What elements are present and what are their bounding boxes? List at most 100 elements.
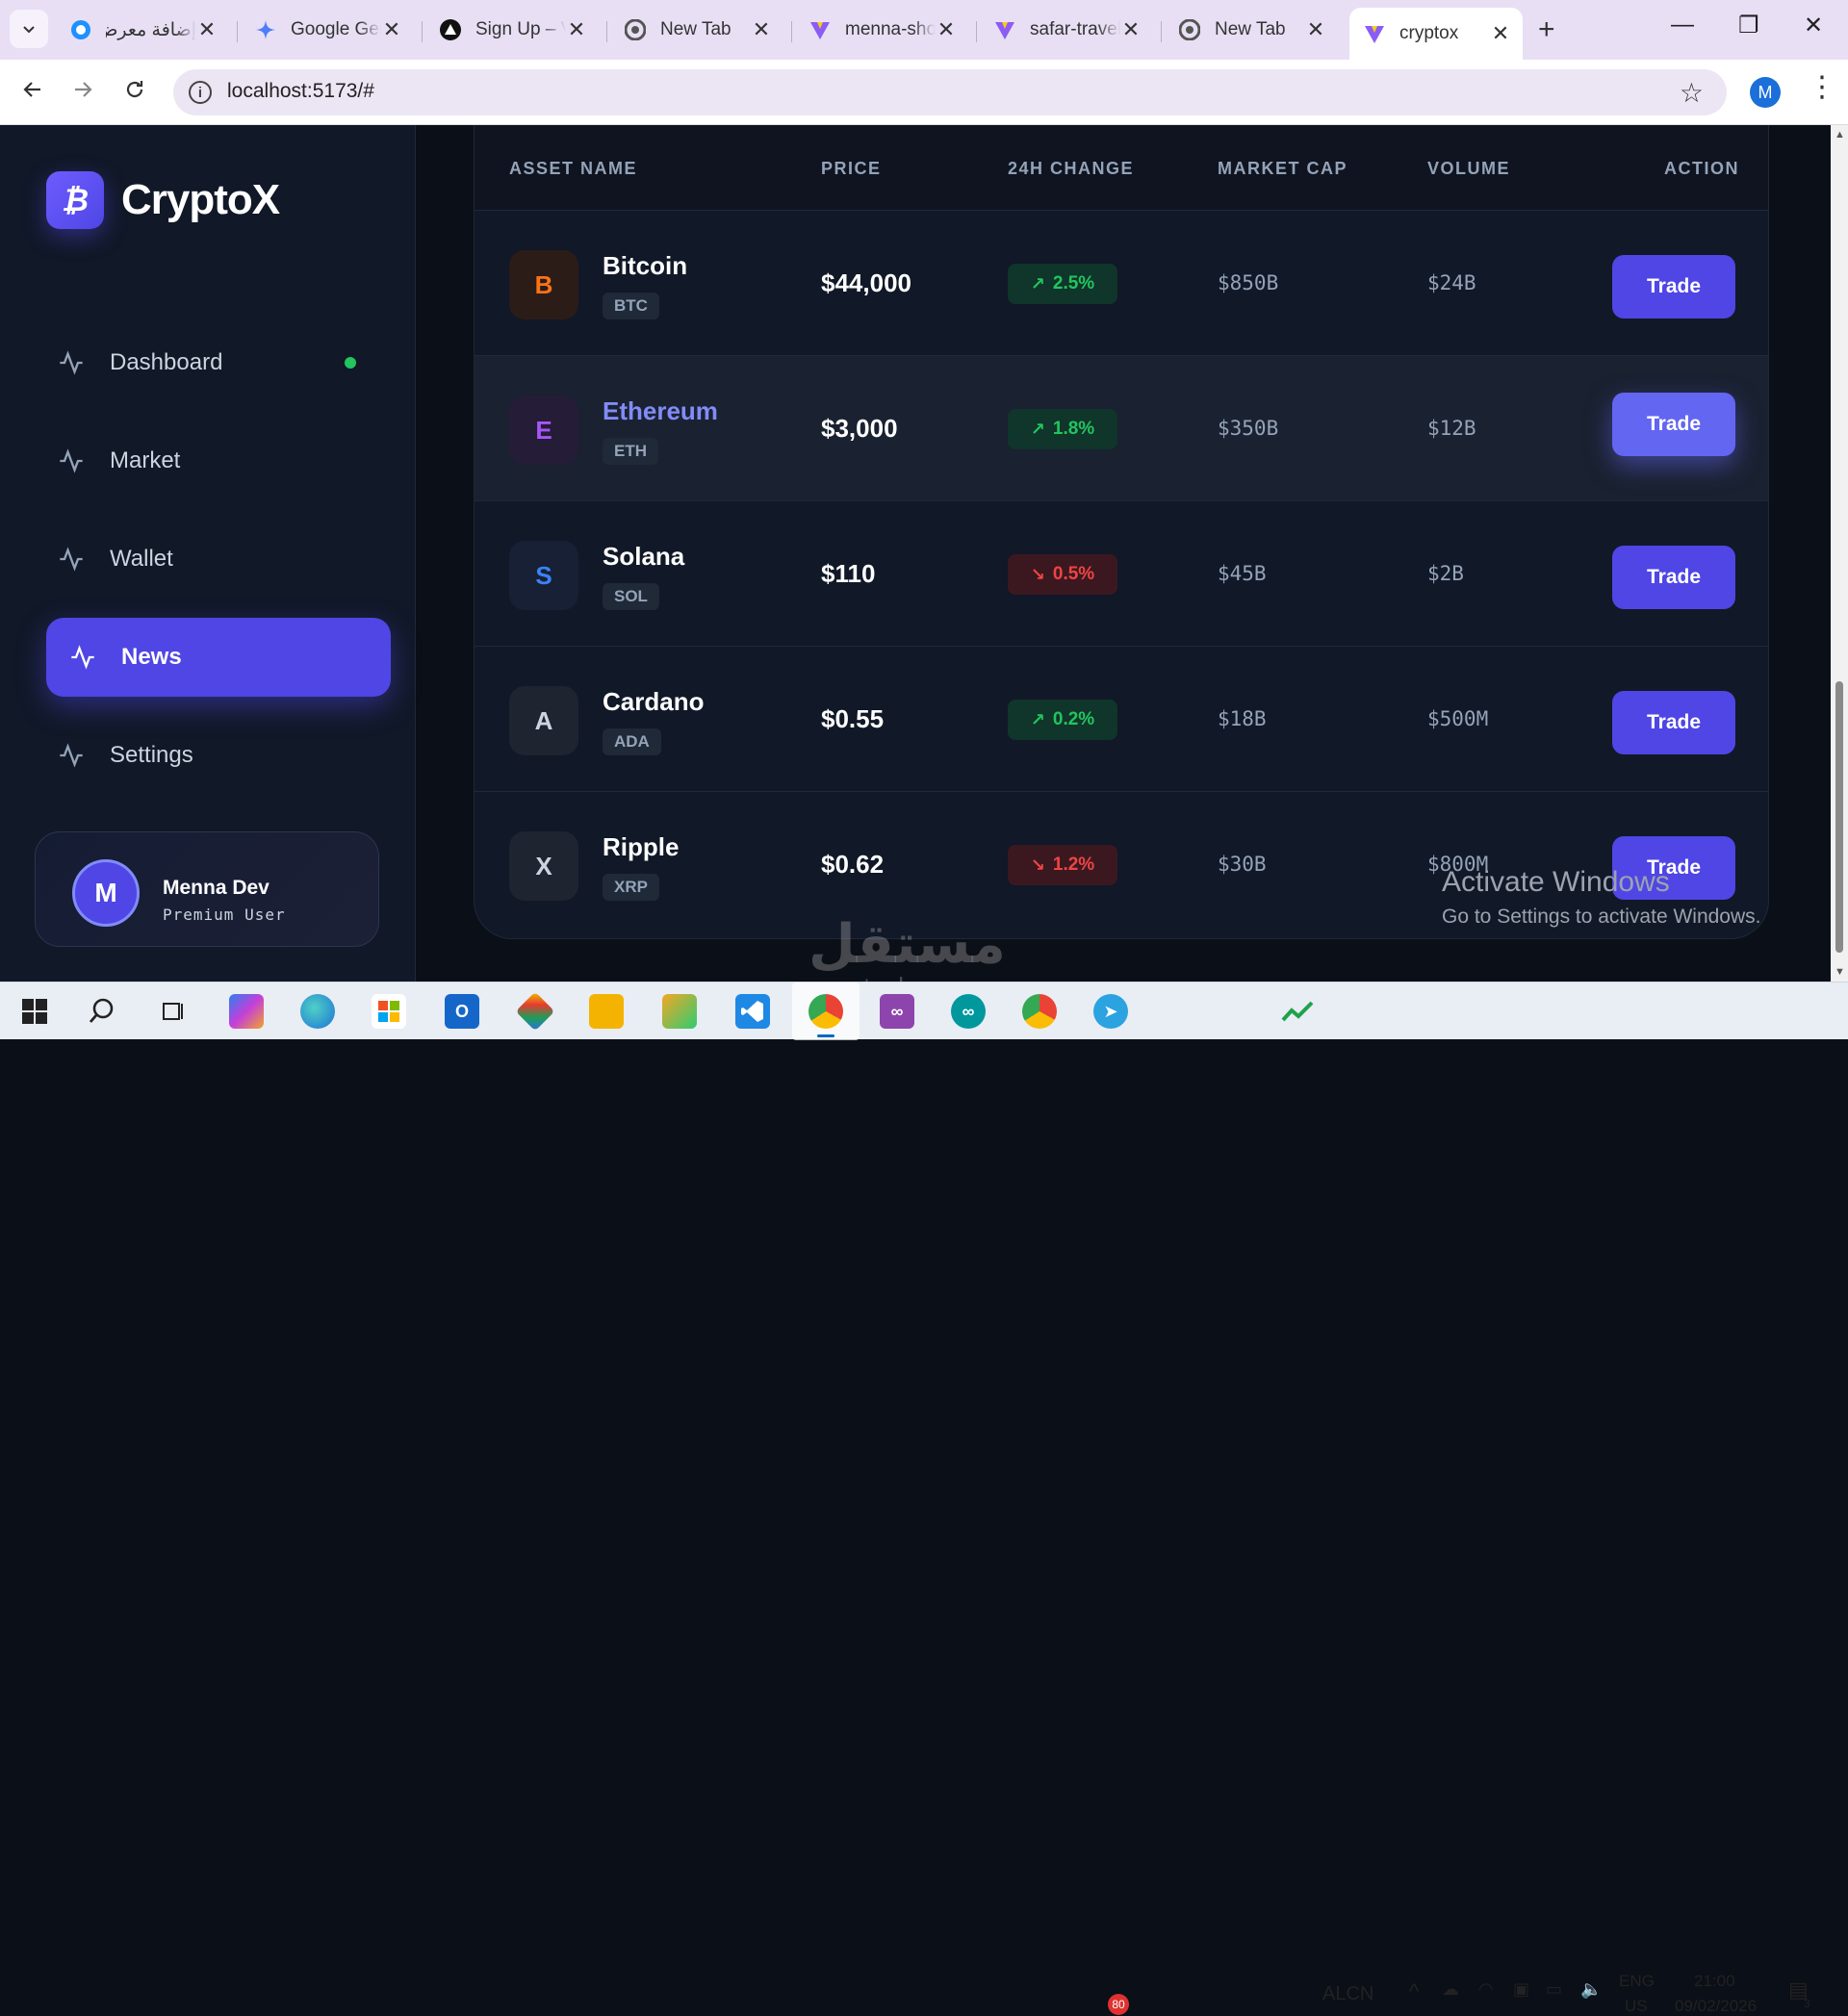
tray-overflow-chevron-icon[interactable]: ^ [1409, 1979, 1419, 2004]
minimize-button[interactable]: — [1671, 12, 1694, 38]
asset-name: Bitcoin [603, 251, 688, 280]
chevron-down-icon [23, 26, 35, 34]
arduino-icon[interactable]: ∞ [951, 994, 986, 1029]
arrow-down-right-icon: ↘ [1030, 564, 1045, 584]
table-row[interactable]: E Ethereum ETH $3,000 ↗ 1.8% $350B $12B Trade [475, 355, 1768, 500]
tab-search-button[interactable] [10, 10, 48, 48]
windows-start-icon[interactable] [17, 994, 52, 1029]
device-icon[interactable]: ▣ [1513, 1979, 1529, 2000]
search-icon[interactable] [85, 994, 119, 1029]
scroll-up-icon[interactable]: ▲ [1835, 129, 1845, 140]
asset-symbol-badge: BTC [603, 293, 659, 319]
task-view-icon[interactable] [156, 994, 191, 1029]
scroll-down-icon[interactable]: ▼ [1835, 966, 1845, 978]
language-code[interactable]: ENG [1619, 1972, 1655, 1991]
close-icon[interactable]: ✕ [381, 17, 402, 42]
vscode-icon[interactable] [735, 994, 770, 1029]
browser-menu-icon[interactable]: ⋮ [1808, 73, 1836, 102]
stock-ticker-label[interactable]: ALCN [1322, 1983, 1373, 2005]
sidebar-item-news[interactable]: News [46, 618, 391, 697]
table-row[interactable]: A Cardano ADA $0.55 ↗ 0.2% $18B $500M Trade [475, 646, 1768, 791]
back-button[interactable] [21, 77, 44, 108]
asset-symbol-badge: ETH [603, 438, 658, 465]
edge-browser-icon[interactable] [300, 994, 335, 1029]
vite-icon [808, 18, 832, 41]
column-header-price: PRICE [821, 159, 882, 178]
market-cap-value: $45B [1218, 562, 1267, 585]
close-icon[interactable]: ✕ [936, 17, 957, 42]
asset-name: Ripple [603, 832, 680, 861]
vite-icon [1363, 22, 1386, 45]
wifi-icon[interactable]: ◠ [1478, 1979, 1494, 2000]
bookmark-star-icon[interactable]: ☆ [1680, 77, 1704, 109]
coin-letter-icon: X [509, 831, 578, 901]
sidebar-item-settings[interactable]: Settings [46, 716, 391, 795]
arrow-up-right-icon: ↗ [1030, 419, 1045, 439]
trade-button[interactable]: Trade [1612, 691, 1735, 754]
url-text[interactable]: localhost:5173/# [227, 80, 374, 103]
new-tab-button[interactable]: + [1538, 13, 1555, 46]
sidebar-item-dashboard[interactable]: Dashboard [46, 323, 391, 402]
sidebar-item-label: Dashboard [110, 349, 223, 375]
chrome-taskbar-icon[interactable] [808, 994, 843, 1029]
activity-icon [60, 448, 83, 473]
stock-chart-icon[interactable] [1280, 994, 1315, 1029]
volume-icon[interactable]: 🔈 [1580, 1979, 1602, 2000]
browser-tab[interactable]: Sign Up – Vercel ✕ [425, 10, 599, 50]
page-scrollbar[interactable]: ▲ ▼ [1831, 125, 1848, 982]
browser-tab[interactable]: safar-travel ✕ [980, 10, 1153, 50]
reload-button[interactable] [123, 77, 146, 108]
telegram-icon[interactable]: ➤ [1093, 994, 1128, 1029]
table-row[interactable]: B Bitcoin BTC $44,000 ↗ 2.5% $850B $24B Trade [475, 210, 1768, 355]
outlook-icon[interactable]: O [445, 994, 479, 1029]
close-icon[interactable]: ✕ [1120, 17, 1142, 42]
trade-button[interactable]: Trade [1612, 546, 1735, 609]
column-header-change: 24H CHANGE [1008, 159, 1135, 178]
close-icon[interactable]: ✕ [751, 17, 772, 42]
close-icon[interactable]: ✕ [196, 17, 218, 42]
activity-icon [60, 350, 83, 375]
browser-tab[interactable]: New Tab ✕ [1165, 10, 1338, 50]
file-explorer-icon[interactable] [589, 994, 624, 1029]
visual-studio-icon[interactable]: ∞ [880, 994, 914, 1029]
trade-button[interactable]: Trade [1612, 255, 1735, 319]
keyboard-region[interactable]: US [1625, 1997, 1648, 2016]
browser-tab-active[interactable]: cryptox ✕ [1349, 8, 1523, 60]
sidebar-item-market[interactable]: Market [46, 421, 391, 500]
trade-button[interactable]: Trade [1612, 393, 1735, 456]
forward-button[interactable] [71, 77, 94, 108]
activate-windows-title: Activate Windows [1442, 866, 1670, 898]
table-row[interactable]: S Solana SOL $110 ↘ 0.5% $45B $2B Trade [475, 500, 1768, 646]
user-profile-card[interactable]: M Menna Dev Premium User [35, 831, 379, 947]
close-icon[interactable]: ✕ [1490, 21, 1511, 46]
chrome-profile-icon[interactable] [1022, 994, 1057, 1029]
site-info-icon[interactable]: i [189, 81, 212, 104]
microsoft-store-icon[interactable] [372, 994, 406, 1029]
clock-date[interactable]: 09/02/2026 [1675, 1997, 1757, 2016]
market-cap-value: $18B [1218, 707, 1267, 730]
profile-avatar[interactable]: M [1750, 77, 1781, 108]
asset-price: $110 [821, 559, 876, 588]
snipping-tool-icon[interactable] [662, 994, 697, 1029]
change-badge: ↘ 1.2% [1008, 845, 1117, 885]
browser-tab[interactable]: New Tab ✕ [610, 10, 783, 50]
git-app-icon[interactable] [515, 991, 555, 1032]
brand-logo[interactable]: ₿ CryptoX [46, 171, 280, 229]
address-bar[interactable]: i localhost:5173/# ☆ [173, 69, 1727, 115]
close-icon[interactable]: ✕ [1305, 17, 1326, 42]
browser-tab[interactable]: إضافة معرض ✕ [56, 10, 229, 50]
column-header-volume: VOLUME [1427, 159, 1511, 178]
copilot-icon[interactable] [229, 994, 264, 1029]
coin-letter-icon: B [509, 250, 578, 319]
browser-tab[interactable]: menna-shop ✕ [795, 10, 968, 50]
clock-time[interactable]: 21:00 [1694, 1972, 1735, 1991]
restore-button[interactable]: ❐ [1738, 12, 1759, 39]
browser-tab[interactable]: Google Gemini ✕ [241, 10, 414, 50]
onedrive-icon[interactable]: ☁ [1442, 1979, 1459, 2000]
sidebar-item-wallet[interactable]: Wallet [46, 520, 391, 599]
brand-name: CryptoX [121, 176, 280, 223]
scrollbar-thumb[interactable] [1835, 681, 1843, 953]
battery-icon[interactable]: ▭ [1546, 1979, 1562, 2000]
close-window-button[interactable]: ✕ [1804, 12, 1823, 39]
close-icon[interactable]: ✕ [566, 17, 587, 42]
